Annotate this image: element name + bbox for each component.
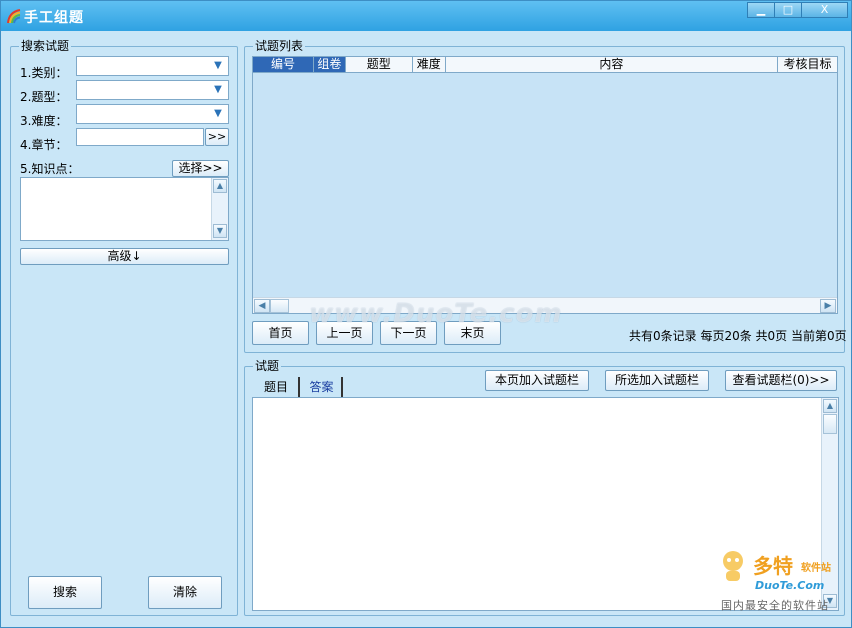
search-panel: 搜索试题 1.类别： ▼ 2.题型： ▼ 3.难度： ▼ 4.章节： >> 5.… xyxy=(10,39,238,616)
question-list-panel: 试题列表 编号 组卷 题型 难度 内容 考核目标 ◀ ▶ 首页 上一页 下一页 … xyxy=(244,39,847,353)
brand-tagline: 国内最安全的软件站 xyxy=(721,599,829,612)
column-header-content[interactable]: 内容 xyxy=(446,57,779,72)
rainbow-icon xyxy=(7,9,21,24)
chevron-down-icon: ▼ xyxy=(214,108,222,119)
last-page-button[interactable]: 末页 xyxy=(444,321,501,345)
brand-logo: 多特 xyxy=(753,554,793,578)
arrow-down-icon[interactable]: ▼ xyxy=(213,224,227,238)
window-title: 手工组题 xyxy=(24,10,84,26)
arrow-left-icon[interactable]: ◀ xyxy=(254,299,270,313)
add-selected-to-basket-button[interactable]: 所选加入试题栏 xyxy=(605,370,709,391)
search-button[interactable]: 搜索 xyxy=(28,576,102,609)
column-header-type[interactable]: 题型 xyxy=(346,57,413,72)
grid-horizontal-scrollbar[interactable]: ◀ ▶ xyxy=(253,297,837,313)
arrow-right-icon[interactable]: ▶ xyxy=(820,299,836,313)
scroll-thumb[interactable] xyxy=(270,299,289,313)
column-header-target[interactable]: 考核目标 xyxy=(778,57,837,72)
brand-url: DuoTe.Com xyxy=(755,579,825,592)
view-basket-button[interactable]: 查看试题栏(0)>> xyxy=(725,370,837,391)
brand-sub: 软件站 xyxy=(801,563,831,574)
category-label: 1.类别： xyxy=(20,66,68,80)
chapter-browse-button[interactable]: >> xyxy=(205,128,229,146)
question-list-title: 试题列表 xyxy=(253,39,306,53)
title-bar[interactable]: 手工组题 ▁ □ X xyxy=(1,1,851,31)
difficulty-select[interactable]: ▼ xyxy=(76,104,229,124)
clear-button[interactable]: 清除 xyxy=(148,576,222,609)
category-select[interactable]: ▼ xyxy=(76,56,229,76)
grid-header: 编号 组卷 题型 难度 内容 考核目标 xyxy=(253,57,837,73)
first-page-button[interactable]: 首页 xyxy=(252,321,309,345)
add-page-to-basket-button[interactable]: 本页加入试题栏 xyxy=(485,370,589,391)
column-header-difficulty[interactable]: 难度 xyxy=(413,57,446,72)
question-panel-title: 试题 xyxy=(253,359,282,373)
tab-answer[interactable]: 答案 xyxy=(302,377,343,397)
chevron-down-icon: ▼ xyxy=(214,84,222,95)
knowledge-label: 5.知识点： xyxy=(20,162,80,176)
type-label: 2.题型： xyxy=(20,90,68,104)
arrow-up-icon[interactable]: ▲ xyxy=(213,179,227,193)
search-panel-title: 搜索试题 xyxy=(19,39,72,53)
select-knowledge-button[interactable]: 选择>> xyxy=(172,160,229,177)
knowledge-scrollbar[interactable]: ▲ ▼ xyxy=(211,178,228,240)
question-content[interactable]: ▲ ▼ xyxy=(252,397,839,611)
difficulty-label: 3.难度： xyxy=(20,114,68,128)
column-header-id[interactable]: 编号 xyxy=(253,57,314,72)
minimize-button[interactable]: ▁ xyxy=(747,2,774,18)
prev-page-button[interactable]: 上一页 xyxy=(316,321,373,345)
advanced-button[interactable]: 高级↓ xyxy=(20,248,229,265)
type-select[interactable]: ▼ xyxy=(76,80,229,100)
chevron-down-icon: ▼ xyxy=(214,60,222,71)
knowledge-field[interactable]: ▲ ▼ xyxy=(20,177,229,241)
tab-question[interactable]: 题目 xyxy=(254,377,300,397)
main-window: 手工组题 ▁ □ X 搜索试题 1.类别： ▼ 2.题型： ▼ 3.难度： ▼ … xyxy=(0,0,852,628)
record-status: 共有0条记录 每页20条 共0页 当前第0页 xyxy=(629,329,847,343)
close-button[interactable]: X xyxy=(801,2,848,18)
arrow-up-icon[interactable]: ▲ xyxy=(823,399,837,413)
column-header-compose[interactable]: 组卷 xyxy=(313,57,346,72)
next-page-button[interactable]: 下一页 xyxy=(380,321,437,345)
question-scroll-thumb[interactable] xyxy=(823,414,837,434)
question-grid[interactable]: 编号 组卷 题型 难度 内容 考核目标 ◀ ▶ xyxy=(252,56,838,314)
chapter-label: 4.章节： xyxy=(20,138,68,152)
maximize-button[interactable]: □ xyxy=(774,2,801,18)
chapter-field[interactable] xyxy=(76,128,204,146)
